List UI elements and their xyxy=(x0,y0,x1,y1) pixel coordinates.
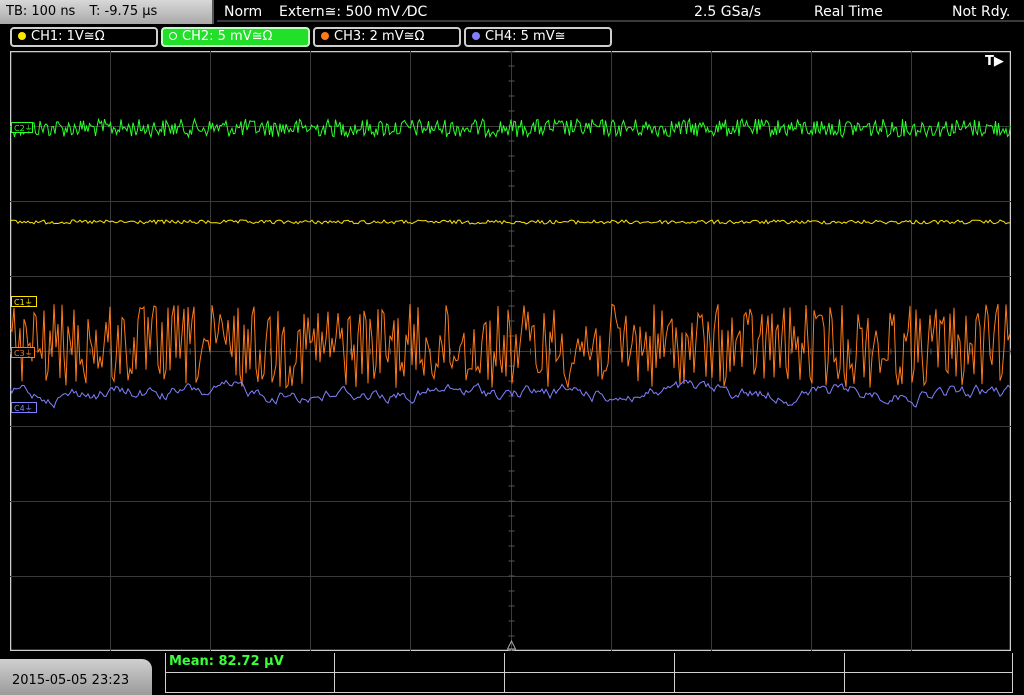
date-time-box: 2015-05-05 23:23 xyxy=(0,659,152,695)
tab-ch4[interactable]: CH4: 5 mV≅ xyxy=(464,27,612,47)
waveform-screen[interactable] xyxy=(10,51,1011,651)
tab-ch3[interactable]: CH3: 2 mV≅Ω xyxy=(313,27,461,47)
measurement-bar xyxy=(165,653,1013,693)
mean-measurement: Mean: 82.72 µV xyxy=(169,654,284,669)
waveform-traces xyxy=(10,117,1011,409)
ch4-trace xyxy=(10,379,1011,409)
measurement-row-divider xyxy=(165,672,1013,673)
trigger-time-value: T: -9.75 µs xyxy=(89,4,158,19)
trigger-mode[interactable]: Norm xyxy=(224,0,262,24)
measurement-cell-5[interactable] xyxy=(845,653,1013,693)
ch2-ground-marker[interactable]: C2⏚ xyxy=(11,122,33,133)
ch4-dot-icon xyxy=(472,32,480,40)
acquisition-state: Not Rdy. xyxy=(952,4,1011,20)
status-bar: TB: 100 ns T: -9.75 µs Norm Extern≅: 500… xyxy=(0,0,1024,24)
ch4-ground-marker[interactable]: C4⏚ xyxy=(11,402,37,413)
trigger-position-indicator[interactable]: T▶ xyxy=(985,54,1004,69)
timebase-value: TB: 100 ns xyxy=(6,4,76,19)
date-time: 2015-05-05 23:23 xyxy=(12,673,130,688)
ch2-dot-icon xyxy=(169,32,177,40)
tab-ch4-label: CH4: 5 mV≅ xyxy=(485,29,566,44)
measurement-cell-2[interactable] xyxy=(335,653,505,693)
measurement-cell-3[interactable] xyxy=(505,653,675,693)
acquisition-mode[interactable]: Real Time xyxy=(814,0,883,24)
measurement-cell-4[interactable] xyxy=(675,653,845,693)
ch1-ground-marker[interactable]: C1⏚ xyxy=(11,296,37,307)
trigger-source[interactable]: Extern≅: 500 mV ⁄DC xyxy=(279,0,427,24)
ch3-trace xyxy=(10,303,1011,389)
ch1-trace xyxy=(10,219,1011,225)
tab-ch2-label: CH2: 5 mV≅Ω xyxy=(182,29,273,44)
ch2-trace xyxy=(10,117,1011,139)
sample-rate: 2.5 GSa/s xyxy=(694,4,762,20)
tab-ch3-label: CH3: 2 mV≅Ω xyxy=(334,29,425,44)
tab-ch1-label: CH1: 1V≅Ω xyxy=(31,29,105,44)
ch3-dot-icon xyxy=(321,32,329,40)
timebase-box[interactable]: TB: 100 ns T: -9.75 µs xyxy=(0,0,214,24)
tab-ch1[interactable]: CH1: 1V≅Ω xyxy=(10,27,158,47)
ch3-ground-marker[interactable]: C3⏚ xyxy=(11,347,35,358)
tab-ch2[interactable]: CH2: 5 mV≅Ω xyxy=(161,27,310,47)
ch1-dot-icon xyxy=(18,32,26,40)
